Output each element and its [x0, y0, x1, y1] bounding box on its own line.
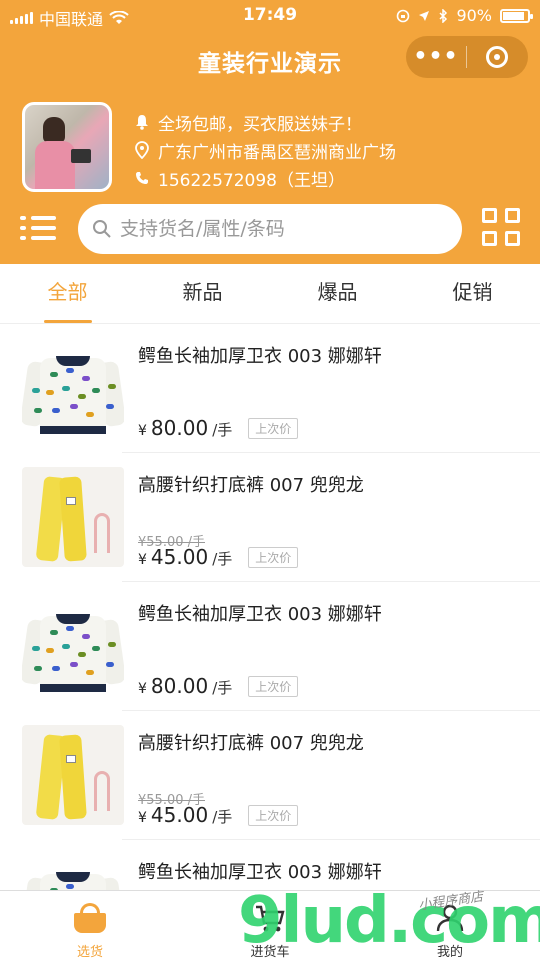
last-price-tag[interactable]: 上次价 — [248, 676, 299, 697]
nav-bar: 童装行业演示 ••• — [0, 32, 540, 86]
bottom-tab-bar: 选货 进货车 我的 — [0, 890, 540, 960]
cart-icon — [252, 903, 288, 933]
store-address: 广东广州市番禺区琶洲商业广场 — [158, 142, 396, 163]
miniprogram-capsule: ••• — [406, 36, 528, 78]
location-pin-icon — [134, 141, 150, 159]
price-row: ¥45.00/手 上次价 — [138, 545, 299, 570]
status-right: 90% — [396, 6, 533, 25]
more-icon[interactable]: ••• — [406, 36, 466, 78]
price-unit: /手 — [212, 421, 233, 439]
product-item[interactable]: 高腰针织打底裤 007 兜兜龙 ¥55.00 /手 ¥45.00/手 上次价 — [22, 711, 540, 840]
tabbar-label: 选货 — [76, 945, 103, 960]
product-image[interactable] — [22, 596, 124, 696]
price-row: ¥80.00/手 上次价 — [138, 416, 299, 441]
price-row: ¥45.00/手 上次价 — [138, 803, 299, 828]
phone-icon — [134, 171, 150, 185]
rotation-lock-icon — [397, 9, 410, 22]
close-miniprogram-button[interactable] — [467, 46, 527, 68]
phone-row[interactable]: 15622572098（王坦） — [134, 164, 396, 192]
product-name: 鳄鱼长袖加厚卫衣 003 娜娜轩 — [138, 862, 382, 883]
tabbar-label: 进货车 — [250, 945, 290, 960]
store-phone: 15622572098（王坦） — [158, 170, 345, 191]
search-icon — [93, 220, 111, 238]
store-header: 全场包邮，买衣服送妹子！ 广东广州市番禺区琶洲商业广场 15622572098（… — [0, 86, 540, 264]
tab-promo[interactable]: 促销 — [405, 264, 540, 323]
tabbar-label: 我的 — [436, 945, 463, 960]
product-item[interactable]: 鳄鱼长袖加厚卫衣 003 娜娜轩 ¥80.00/手上次价 — [22, 324, 540, 453]
product-name: 鳄鱼长袖加厚卫衣 003 娜娜轩 — [138, 346, 382, 367]
product-list: 鳄鱼长袖加厚卫衣 003 娜娜轩 ¥80.00/手 上次价 高腰针织打底裤 007 兜… — [0, 324, 540, 890]
search-input[interactable] — [120, 218, 420, 240]
store-notice: 全场包邮，买衣服送妹子！ — [158, 114, 362, 135]
price-unit: /手 — [212, 550, 233, 568]
product-price: 45.00 — [150, 803, 209, 827]
product-item[interactable]: 高腰针织打底裤 007 兜兜龙 ¥55.00 /手 ¥45.00/手 上次价 — [22, 453, 540, 582]
address-row[interactable]: 广东广州市番禺区琶洲商业广场 — [134, 136, 396, 164]
tab-new[interactable]: 新品 — [135, 264, 270, 323]
product-name: 高腰针织打底裤 007 兜兜龙 — [138, 733, 364, 754]
last-price-tag[interactable]: 上次价 — [248, 418, 299, 439]
product-name: 鳄鱼长袖加厚卫衣 003 娜娜轩 — [138, 604, 382, 625]
basket-icon — [72, 903, 108, 933]
target-icon — [486, 46, 508, 68]
product-item[interactable]: 鳄鱼长袖加厚卫衣 003 娜娜轩 ¥80.00/手上次价 — [22, 582, 540, 711]
status-bar: 中国联通 17:49 90% — [0, 0, 540, 32]
last-price-tag[interactable]: 上次价 — [248, 805, 299, 826]
price-unit: /手 — [212, 808, 233, 826]
product-price: 80.00 — [150, 416, 209, 440]
category-menu-icon[interactable] — [20, 216, 56, 240]
currency-symbol: ¥ — [138, 552, 147, 568]
currency-symbol: ¥ — [138, 681, 147, 697]
bell-icon — [134, 114, 150, 130]
grid-view-icon[interactable] — [482, 208, 520, 246]
tab-all[interactable]: 全部 — [0, 264, 135, 323]
product-price: 80.00 — [150, 674, 209, 698]
tabbar-item-select[interactable]: 选货 — [0, 891, 180, 960]
location-arrow-icon — [419, 10, 430, 21]
price-unit: /手 — [212, 679, 233, 697]
product-image[interactable] — [22, 725, 124, 825]
currency-symbol: ¥ — [138, 810, 147, 826]
product-image[interactable] — [22, 854, 124, 890]
bluetooth-icon — [439, 8, 448, 23]
notice-row: 全场包邮，买衣服送妹子！ — [134, 108, 396, 136]
tab-hot[interactable]: 爆品 — [270, 264, 405, 323]
search-box[interactable] — [78, 204, 462, 254]
product-image[interactable] — [22, 467, 124, 567]
store-info: 全场包邮，买衣服送妹子！ 广东广州市番禺区琶洲商业广场 15622572098（… — [134, 108, 396, 192]
price-row: ¥80.00/手 上次价 — [138, 674, 299, 699]
product-price: 45.00 — [150, 545, 209, 569]
product-item[interactable]: 鳄鱼长袖加厚卫衣 003 娜娜轩¥80.00/手上次价 — [22, 840, 540, 890]
product-image[interactable] — [22, 338, 124, 438]
category-tabs: 全部 新品 爆品 促销 — [0, 264, 540, 324]
user-icon — [432, 903, 468, 933]
product-name: 高腰针织打底裤 007 兜兜龙 — [138, 475, 364, 496]
last-price-tag[interactable]: 上次价 — [248, 547, 299, 568]
store-avatar[interactable] — [22, 102, 112, 192]
currency-symbol: ¥ — [138, 423, 147, 439]
battery-percent: 90% — [456, 6, 492, 25]
battery-icon — [500, 8, 533, 23]
search-row — [0, 202, 540, 254]
tabbar-item-cart[interactable]: 进货车 — [180, 891, 360, 960]
tabbar-item-mine[interactable]: 我的 — [360, 891, 540, 960]
